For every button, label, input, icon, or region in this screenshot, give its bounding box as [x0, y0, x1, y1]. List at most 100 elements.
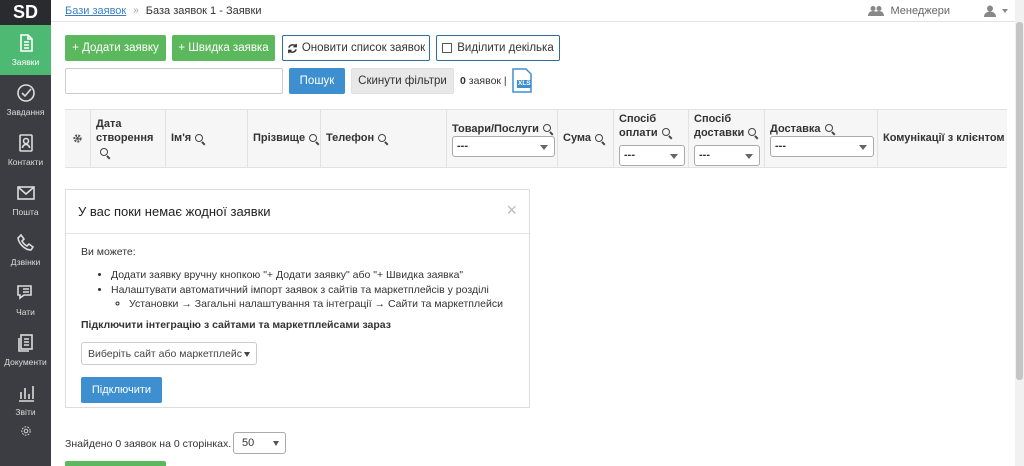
column-shipping-line2: доставки [694, 127, 745, 140]
search-icon[interactable] [748, 128, 758, 138]
sidebar-item-label: Контакти [7, 157, 44, 167]
sidebar-item-requests[interactable]: Заявки [0, 25, 51, 75]
managers-link[interactable]: Менеджери [890, 5, 950, 17]
column-surname-label: Прізвище [253, 132, 306, 145]
topbar-right: Менеджери [868, 0, 1008, 22]
sidebar-item-calls[interactable]: Дзвінки [0, 225, 51, 275]
column-payment-line1: Спосіб [619, 113, 657, 125]
column-name[interactable]: Ім'я [166, 110, 248, 167]
managers-icon[interactable] [868, 5, 885, 17]
list-item: Додати заявку вручну кнопкою "+ Додати з… [111, 269, 514, 281]
search-icon[interactable] [824, 124, 835, 134]
search-icon[interactable] [378, 133, 388, 144]
requests-count-number: 0 [460, 75, 466, 87]
refresh-icon [287, 43, 297, 53]
add-request-button[interactable]: + Додати заявку [65, 35, 166, 61]
search-icon[interactable] [100, 147, 110, 158]
bar-chart-icon [18, 386, 34, 402]
sidebar-item-label: Чати [16, 307, 35, 317]
phone-icon [16, 233, 34, 251]
bottom-add-button[interactable] [65, 461, 166, 466]
chat-icon [16, 285, 32, 300]
list-item: Установки → Загальні налаштування та інт… [129, 298, 514, 310]
payment-filter-select[interactable]: --- [619, 145, 685, 166]
empty-requests-panel: У вас поки немає жодної заявки × Ви може… [65, 189, 530, 408]
column-payment[interactable]: Спосіб оплати --- [614, 110, 689, 167]
quick-request-button[interactable]: + Швидка заявка [172, 35, 275, 61]
column-shipping-line1: Спосіб [694, 113, 732, 125]
close-icon[interactable]: × [506, 200, 517, 221]
select-many-label: Виділити декілька [457, 42, 554, 54]
refresh-list-button[interactable]: Оновити список заявок [282, 35, 430, 61]
checkbox-icon [442, 43, 453, 53]
search-icon[interactable] [595, 133, 605, 144]
connect-heading: Підключити інтеграцію з сайтами та марке… [81, 319, 391, 331]
goods-filter-value: --- [457, 140, 468, 153]
sidebar-item-contacts[interactable]: Контакти [0, 125, 51, 175]
sidebar-item-mail[interactable]: Пошта [0, 175, 51, 225]
sidebar: SD Заявки Завдання Контакти Пошта Дзвінк… [0, 0, 51, 466]
column-payment-line2: оплати [619, 127, 658, 140]
column-settings[interactable] [65, 110, 91, 167]
search-button[interactable]: Пошук [289, 68, 345, 94]
column-sum-label: Сума [563, 132, 592, 145]
breadcrumb-link[interactable]: Бази заявок [65, 5, 126, 17]
user-menu[interactable] [984, 5, 1008, 17]
column-communications[interactable]: Комунікації з клієнтом [878, 110, 1007, 167]
connect-button[interactable]: Підключити [81, 377, 162, 403]
sidebar-item-chats[interactable]: Чати [0, 275, 51, 325]
requests-table-header: Дата створення Ім'я Прізвище Телефон Тов… [65, 109, 1007, 168]
search-icon[interactable] [542, 124, 553, 134]
column-date[interactable]: Дата створення [91, 110, 166, 167]
gear-icon [20, 426, 31, 436]
sidebar-item-label: Звіти [15, 407, 36, 417]
list-item-text: Налаштувати автоматичний імпорт заявок з… [111, 284, 489, 296]
vertical-scrollbar[interactable] [1015, 0, 1024, 466]
sidebar-item-label: Документи [4, 357, 47, 367]
column-communications-label: Комунікації з клієнтом [883, 132, 1005, 145]
search-icon[interactable] [661, 128, 672, 138]
breadcrumb-separator: » [133, 5, 139, 16]
column-phone[interactable]: Телефон [321, 110, 447, 167]
search-icon[interactable] [309, 133, 319, 144]
sidebar-item-reports[interactable]: Звіти [0, 375, 51, 425]
column-shipping-method[interactable]: Спосіб доставки --- [689, 110, 765, 167]
document-icon [19, 34, 33, 52]
sidebar-item-documents[interactable]: Документи [0, 325, 51, 375]
column-name-label: Ім'я [171, 132, 192, 145]
reset-filters-button[interactable]: Скинути фільтри [351, 68, 454, 94]
envelope-icon [16, 186, 35, 200]
shipping-filter-select[interactable]: --- [694, 145, 760, 166]
marketplace-select[interactable]: Виберіть сайт або маркетплейс [81, 342, 257, 365]
column-goods[interactable]: Товари/Послуги --- [447, 110, 558, 167]
scrollbar-thumb[interactable] [1016, 22, 1023, 380]
select-many-button[interactable]: Виділити декілька [436, 35, 560, 61]
app-logo[interactable]: SD [0, 0, 51, 25]
panel-title: У вас поки немає жодної заявки [66, 190, 529, 234]
requests-count: 0 заявок | [460, 75, 507, 87]
sidebar-item-settings[interactable] [0, 425, 51, 441]
shipping-filter-value: --- [699, 149, 710, 162]
list-item: Налаштувати автоматичний імпорт заявок з… [111, 284, 514, 310]
panel-intro: Ви можете: [81, 246, 136, 258]
column-surname[interactable]: Прізвище [248, 110, 321, 167]
column-sum[interactable]: Сума [558, 110, 614, 167]
column-delivery[interactable]: Доставка --- [765, 110, 878, 167]
sidebar-item-tasks[interactable]: Завдання [0, 75, 51, 125]
requests-count-suffix: заявок | [468, 75, 507, 87]
xls-label: XLS [518, 80, 531, 87]
contact-card-icon [18, 134, 33, 152]
column-goods-label: Товари/Послуги [452, 123, 539, 135]
goods-filter-select[interactable]: --- [452, 136, 555, 157]
check-circle-icon [16, 84, 35, 102]
search-input[interactable] [65, 68, 283, 94]
search-icon[interactable] [195, 133, 205, 144]
xls-export-icon[interactable]: XLS [511, 68, 533, 93]
delivery-filter-value: --- [775, 140, 786, 153]
user-icon [984, 5, 996, 17]
gear-icon [73, 134, 82, 143]
page-size-select[interactable]: 50 [233, 432, 286, 454]
marketplace-select-value: Виберіть сайт або маркетплейс [88, 347, 242, 360]
topbar: Бази заявок » База заявок 1 - Заявки Мен… [51, 0, 1024, 22]
delivery-filter-select[interactable]: --- [770, 136, 874, 157]
